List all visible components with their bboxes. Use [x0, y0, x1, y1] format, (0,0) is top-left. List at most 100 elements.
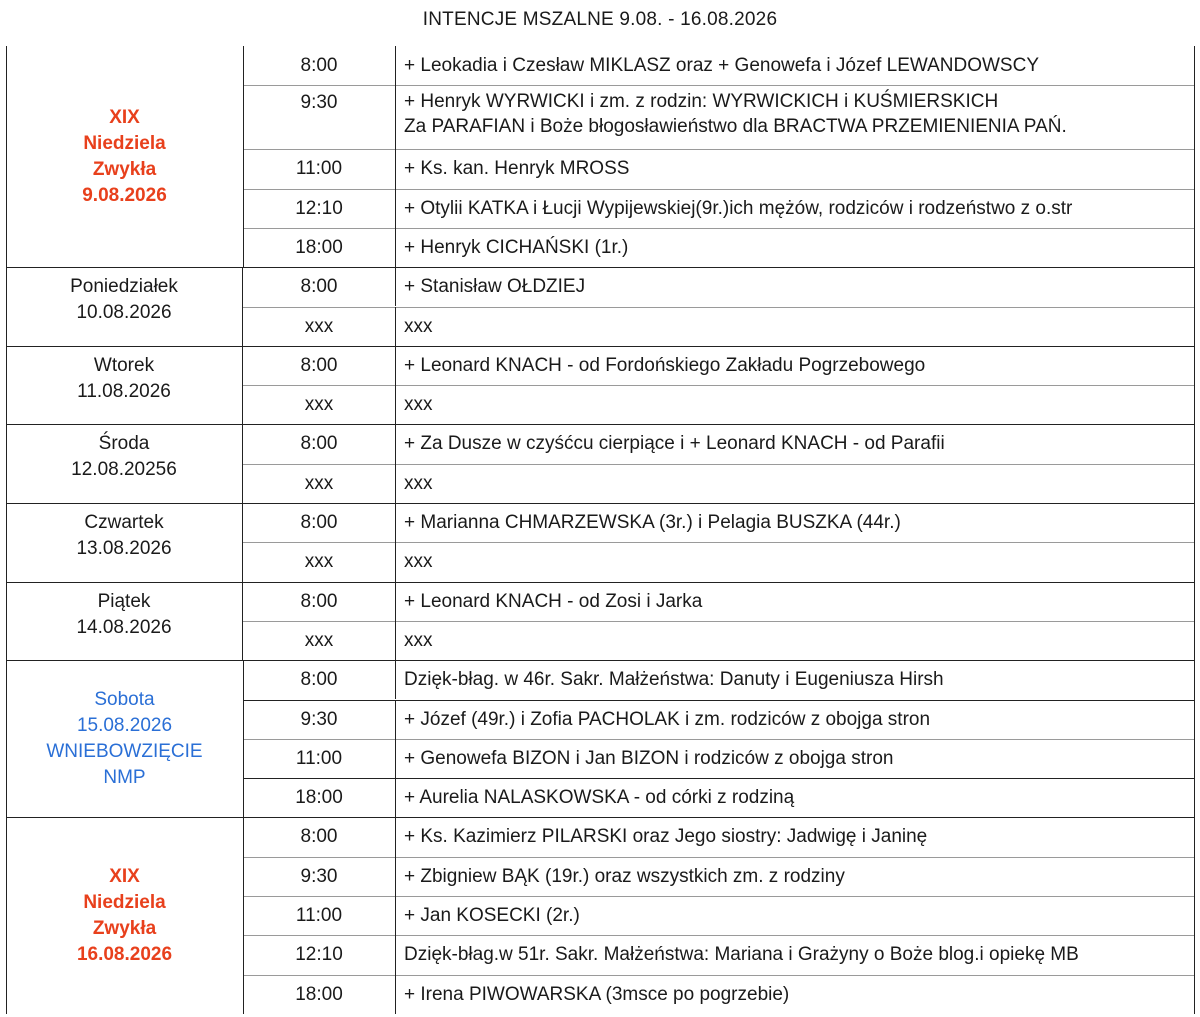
day-label-line: XIX: [109, 865, 140, 887]
table-row: xxx xxx: [243, 385, 1194, 425]
day-label: Środa 12.08.20256: [6, 424, 243, 503]
day-label-line: 16.08.2026: [76, 943, 173, 965]
table-row: 9:30 + Henryk WYRWICKI i zm. z rodzin: WY…: [243, 85, 1194, 150]
day-label-text: XIX Niedziela Zwykła 9.08.2026: [82, 105, 167, 209]
intention-line: + Aurelia NALASKOWSKA - od córki z rodzi…: [404, 787, 795, 809]
mass-time: 11:00: [243, 738, 396, 779]
mass-time: 8:00: [243, 267, 396, 307]
intention-line: xxx: [404, 551, 433, 573]
table-row: 8:00 + Ks. Kazimierz PILARSKI oraz Jego s…: [243, 817, 1194, 857]
table-row: 8:00 + Za Dusze w czyśćcu cierpiące i + L…: [243, 424, 1194, 464]
intention-line: Dzięk-błag. w 46r. Sakr. Małżeństwa: Dan…: [404, 669, 944, 691]
mass-time: 9:30: [243, 699, 396, 739]
table-row: xxx xxx: [243, 620, 1194, 661]
day-label: Sobota 15.08.2026 WNIEBOWZIĘCIE NMP: [6, 660, 244, 818]
day-label: XIX Niedziela Zwykła 9.08.2026: [6, 46, 244, 268]
table-row: 8:00 + Leokadia i Czesław MIKLASZ oraz + …: [243, 46, 1194, 86]
mass-time: 8:00: [243, 581, 396, 621]
intention-text: xxx: [404, 307, 1194, 346]
day-label-line: 15.08.2026: [76, 714, 173, 736]
intention-text: + Irena PIWOWARSKA (3msce po pogrzebie): [404, 975, 1194, 1014]
mass-time: 8:00: [243, 46, 396, 86]
day-label-line: 12.08.20256: [71, 459, 177, 481]
intention-line: + Henryk WYRWICKI i zm. z rodzin: WYRWIC…: [404, 91, 999, 113]
intention-line: + Ks. Kazimierz PILARSKI oraz Jego siost…: [404, 826, 928, 848]
mass-time: 12:10: [243, 188, 396, 228]
day-label-line: Niedziela: [83, 891, 166, 913]
intention-text: + Leokadia i Czesław MIKLASZ oraz + Geno…: [404, 46, 1194, 85]
table-row: 12:10 Dzięk-błag.w 51r. Sakr. Małżeństwa:…: [243, 935, 1194, 975]
table-row: 9:30 + Józef (49r.) i Zofia PACHOLAK i zm…: [243, 699, 1194, 739]
table-row: 11:00 + Jan KOSECKI (2r.): [243, 896, 1194, 936]
day-label-line: Niedziela: [83, 132, 166, 154]
mass-time: 8:00: [243, 345, 396, 386]
table-row: xxx xxx: [243, 463, 1194, 503]
day-label-line: WNIEBOWZIĘCIE: [46, 740, 203, 762]
day-label: Wtorek 11.08.2026: [6, 345, 243, 425]
intention-text: xxx: [404, 464, 1194, 503]
intention-text: + Marianna CHMARZEWSKA (3r.) i Pelagia B…: [404, 503, 1194, 542]
table-row: 18:00 + Henryk CICHAŃSKI (1r.): [243, 227, 1194, 268]
intention-text: + Leonard KNACH - od Fordońskiego Zakład…: [404, 346, 1194, 385]
mass-time: xxx: [243, 542, 396, 582]
intention-line: + Zbigniew BĄK (19r.) oraz wszystkich zm…: [404, 865, 845, 887]
table-right-border: [1194, 46, 1195, 1014]
day-label: XIX Niedziela Zwykła 16.08.2026: [6, 817, 244, 1014]
intention-text: + Henryk CICHAŃSKI (1r.): [404, 228, 1194, 267]
intention-line: + Za Dusze w czyśćcu cierpiące i + Leona…: [404, 433, 945, 455]
day-label-line: Piątek: [97, 590, 151, 612]
table-row: xxx xxx: [243, 306, 1194, 346]
mass-time: xxx: [243, 620, 396, 661]
intention-line: + Irena PIWOWARSKA (3msce po pogrzebie): [404, 983, 790, 1005]
day-label-text: Poniedziałek 10.08.2026: [70, 274, 178, 326]
intention-line: + Leokadia i Czesław MIKLASZ oraz + Geno…: [404, 55, 1039, 76]
intention-line: + Marianna CHMARZEWSKA (3r.) i Pelagia B…: [404, 512, 901, 533]
table-row: 8:00 Dzięk-błag. w 46r. Sakr. Małżeństwa:…: [243, 660, 1194, 700]
mass-time: xxx: [243, 385, 396, 425]
intention-text: + Leonard KNACH - od Zosi i Jarka: [404, 582, 1194, 621]
intention-line: + Józef (49r.) i Zofia PACHOLAK i zm. ro…: [404, 708, 931, 730]
day-label-line: 13.08.2026: [76, 538, 172, 559]
day-label: Piątek 14.08.2026: [6, 581, 243, 661]
day-label-line: 11.08.2026: [77, 380, 171, 402]
day-label-text: Środa 12.08.20256: [71, 431, 177, 483]
day-label-line: Środa: [98, 433, 150, 455]
mass-time: 8:00: [243, 503, 396, 543]
day-label-line: Czwartek: [84, 512, 164, 533]
day-label-line: Sobota: [94, 688, 155, 710]
table-row: 9:30 + Zbigniew BĄK (19r.) oraz wszystkic…: [243, 856, 1194, 896]
mass-time: 11:00: [243, 896, 396, 936]
intention-line: + Leonard KNACH - od Fordońskiego Zakład…: [404, 354, 926, 376]
page-title: INTENCJE MSZALNE 9.08. - 16.08.2026: [422, 9, 778, 30]
day-label-line: Zwykła: [92, 917, 157, 939]
table-row: 12:10 + Otylii KATKA i Łucji Wypijewskiej…: [243, 188, 1194, 228]
table-row: 18:00 + Aurelia NALASKOWSKA - od córki z …: [243, 778, 1194, 818]
day-label-text: Wtorek 11.08.2026: [77, 353, 171, 405]
day-label-line: 14.08.2026: [76, 616, 172, 638]
mass-time: 9:30: [243, 856, 396, 896]
intention-text: + Stanisław OŁDZIEJ: [404, 267, 1194, 306]
intention-text: Dzięk-błag.w 51r. Sakr. Małżeństwa: Mari…: [404, 935, 1194, 974]
intention-text: Dzięk-błag. w 46r. Sakr. Małżeństwa: Dan…: [404, 660, 1194, 699]
intention-text: + Otylii KATKA i Łucji Wypijewskiej(9r.)…: [404, 189, 1194, 228]
intention-line: xxx: [404, 629, 433, 651]
day-label: Poniedziałek 10.08.2026: [6, 267, 243, 346]
intention-text: + Za Dusze w czyśćcu cierpiące i + Leona…: [404, 424, 1194, 463]
intention-text: xxx: [404, 621, 1194, 660]
intention-line: + Otylii KATKA i Łucji Wypijewskiej(9r.)…: [404, 197, 1073, 219]
day-label-line: Zwykła: [92, 158, 157, 180]
intention-line: + Henryk CICHAŃSKI (1r.): [404, 236, 629, 258]
mass-time: 9:30: [243, 85, 396, 150]
mass-time: 8:00: [243, 660, 396, 700]
mass-time: 12:10: [243, 935, 396, 975]
intention-line: xxx: [404, 394, 433, 416]
table-left-border: [6, 46, 7, 1014]
intention-text: + Józef (49r.) i Zofia PACHOLAK i zm. ro…: [404, 700, 1194, 739]
day-label-line: NMP: [103, 766, 146, 788]
table-row: 8:00 + Stanisław OŁDZIEJ: [243, 267, 1194, 307]
mass-time: xxx: [243, 463, 396, 503]
mass-time: 11:00: [243, 149, 396, 189]
intention-text: + Genowefa BIZON i Jan BIZON i rodziców …: [404, 739, 1194, 778]
day-label: Czwartek 13.08.2026: [6, 503, 243, 582]
day-label-text: Sobota 15.08.2026 WNIEBOWZIĘCIE NMP: [46, 687, 202, 791]
